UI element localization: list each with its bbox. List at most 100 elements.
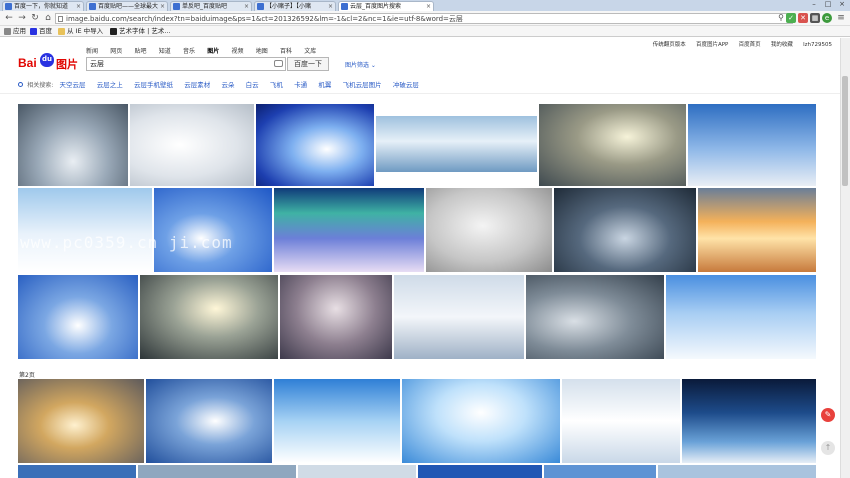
image-thumbnail[interactable] [394, 275, 524, 359]
related-item[interactable]: 云层素材 [184, 79, 210, 89]
image-thumbnail[interactable] [688, 104, 816, 186]
image-filter-link[interactable]: 图片筛选 ⌄ [345, 60, 376, 69]
image-thumbnail[interactable] [698, 188, 816, 272]
tab-tieba[interactable]: 百度贴吧——全球最大 × [86, 1, 168, 11]
nav-tieba[interactable]: 贴吧 [135, 46, 147, 55]
related-item[interactable]: 白云 [246, 79, 259, 89]
bookmark-folder[interactable]: 从 IE 中导入 [58, 27, 103, 36]
image-thumbnail[interactable] [376, 116, 537, 172]
nav-news[interactable]: 新闻 [86, 46, 98, 55]
image-thumbnail[interactable] [562, 379, 680, 463]
link-username[interactable]: lzh729505 [803, 42, 832, 48]
close-icon[interactable]: × [426, 2, 431, 11]
image-thumbnail[interactable] [140, 275, 278, 359]
product-nav: 新闻 网页 贴吧 知道 音乐 图片 视频 地图 百科 文库 [86, 46, 326, 55]
image-thumbnail[interactable] [18, 104, 128, 186]
home-icon[interactable]: ⌂ [43, 13, 53, 23]
nav-video[interactable]: 视频 [232, 46, 244, 55]
scrollbar-thumb[interactable] [842, 76, 848, 186]
related-item[interactable]: 云层之上 [97, 79, 123, 89]
search-input[interactable]: 云层 [86, 57, 286, 71]
divider [0, 93, 840, 94]
close-icon[interactable]: × [160, 2, 165, 11]
link-baidu-home[interactable]: 百度首页 [739, 40, 761, 48]
related-item[interactable]: 天空云层 [60, 79, 86, 89]
feedback-icon[interactable]: ✎ [821, 408, 835, 422]
menu-icon[interactable]: ≡ [836, 13, 846, 23]
image-thumbnail[interactable] [146, 379, 272, 463]
related-item[interactable]: 机翼 [318, 79, 331, 89]
link-classic-paging[interactable]: 传统翻页版本 [653, 40, 686, 48]
close-icon[interactable]: × [244, 2, 249, 11]
tab-baidu[interactable]: 百度一下，你就知道 × [2, 1, 84, 11]
bookmark-fonts[interactable]: 艺术字体 | 艺术... [110, 27, 171, 36]
browser-toolbar: ← → ↻ ⌂ image.baidu.com/search/index?tn=… [0, 11, 850, 26]
baidu-icon [30, 28, 37, 35]
nav-zhidao[interactable]: 知道 [159, 46, 171, 55]
close-icon[interactable]: × [76, 2, 81, 11]
nav-images[interactable]: 图片 [207, 46, 219, 55]
link-app[interactable]: 百度图片APP [696, 40, 728, 48]
link-favorites[interactable]: 我的收藏 [771, 40, 793, 48]
image-thumbnail[interactable] [138, 465, 296, 478]
image-thumbnail[interactable] [544, 465, 656, 478]
related-item[interactable]: 冲破云层 [393, 79, 419, 89]
back-to-top-icon[interactable]: ↑ [821, 441, 835, 455]
camera-icon[interactable] [274, 60, 283, 67]
tab-xiaoduzi[interactable]: 【小赌子】【小赌 × [254, 1, 336, 11]
extension-icon[interactable]: ▦ [810, 13, 820, 23]
image-thumbnail[interactable] [666, 275, 816, 359]
reload-icon[interactable]: ↻ [30, 13, 40, 23]
image-thumbnail[interactable] [418, 465, 542, 478]
image-thumbnail[interactable] [426, 188, 552, 272]
tab-image-search[interactable]: 云层_百度图片搜索 × [338, 1, 434, 11]
favicon-icon [173, 3, 180, 10]
tab-danfan[interactable]: 单反吧_百度贴吧 × [170, 1, 252, 11]
close-icon[interactable]: × [328, 2, 333, 11]
image-thumbnail[interactable] [18, 379, 144, 463]
baidu-image-logo[interactable]: Bai du 图片 [18, 52, 80, 74]
nav-music[interactable]: 音乐 [183, 46, 195, 55]
related-item[interactable]: 飞机云层图片 [343, 79, 382, 89]
search-icon[interactable]: ⚲ [776, 13, 786, 23]
image-thumbnail[interactable] [658, 465, 816, 478]
nav-map[interactable]: 地图 [256, 46, 268, 55]
nav-wenku[interactable]: 文库 [304, 46, 316, 55]
nav-web[interactable]: 网页 [110, 46, 122, 55]
image-thumbnail[interactable] [526, 275, 664, 359]
back-icon[interactable]: ← [4, 13, 14, 23]
image-thumbnail[interactable] [274, 188, 424, 272]
maximize-icon[interactable]: □ [822, 0, 834, 9]
watermark-text: www.pc0359.cn ji.com [20, 233, 233, 252]
related-item[interactable]: 卡通 [294, 79, 307, 89]
image-thumbnail[interactable] [256, 104, 374, 186]
image-thumbnail[interactable] [539, 104, 686, 186]
minimize-icon[interactable]: – [808, 0, 820, 9]
image-thumbnail[interactable] [682, 379, 816, 463]
favicon-icon [89, 3, 96, 10]
related-searches: 相关搜索: 天空云层 云层之上 云层手机壁纸 云层素材 云朵 白云 飞机 卡通 … [18, 79, 428, 89]
image-thumbnail[interactable] [18, 188, 152, 272]
forward-icon[interactable]: → [17, 13, 27, 23]
bookmark-baidu[interactable]: 百度 [30, 27, 52, 36]
image-thumbnail[interactable] [274, 379, 400, 463]
image-thumbnail[interactable] [154, 188, 272, 272]
image-thumbnail[interactable] [554, 188, 696, 272]
close-window-icon[interactable]: × [836, 0, 848, 9]
extension-icon[interactable]: ✓ [786, 13, 796, 23]
image-thumbnail[interactable] [280, 275, 392, 359]
image-thumbnail[interactable] [18, 465, 136, 478]
extension-icon[interactable]: e [822, 13, 832, 23]
nav-baike[interactable]: 百科 [280, 46, 292, 55]
image-thumbnail[interactable] [298, 465, 416, 478]
address-bar[interactable]: image.baidu.com/search/index?tn=baiduima… [55, 13, 793, 24]
related-item[interactable]: 云朵 [221, 79, 234, 89]
image-thumbnail[interactable] [130, 104, 254, 186]
image-thumbnail[interactable] [18, 275, 138, 359]
related-item[interactable]: 云层手机壁纸 [134, 79, 173, 89]
bookmark-apps[interactable]: 应用 [4, 27, 26, 36]
search-button[interactable]: 百度一下 [287, 57, 329, 71]
extension-icon[interactable]: ✕ [798, 13, 808, 23]
related-item[interactable]: 飞机 [270, 79, 283, 89]
image-thumbnail[interactable] [402, 379, 560, 463]
